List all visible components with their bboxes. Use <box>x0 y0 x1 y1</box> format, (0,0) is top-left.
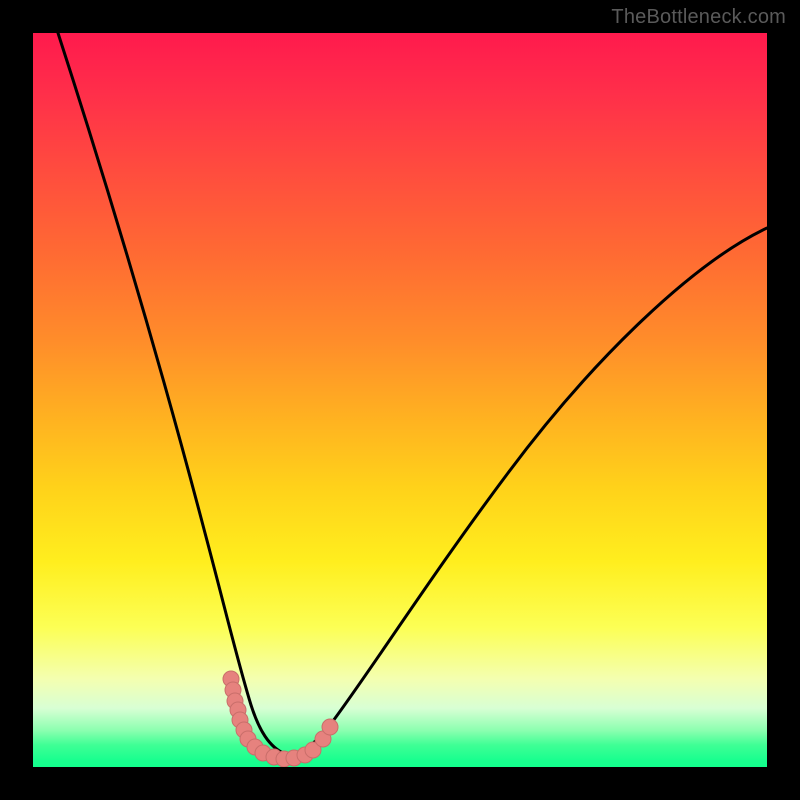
marker-dot <box>322 719 338 735</box>
chart-frame: TheBottleneck.com <box>0 0 800 800</box>
curve-layer <box>33 33 767 767</box>
plot-area <box>33 33 767 767</box>
marker-group <box>223 671 338 767</box>
bottleneck-curve-left <box>58 33 285 754</box>
watermark-text: TheBottleneck.com <box>611 6 786 29</box>
bottleneck-curve-right <box>285 228 767 754</box>
